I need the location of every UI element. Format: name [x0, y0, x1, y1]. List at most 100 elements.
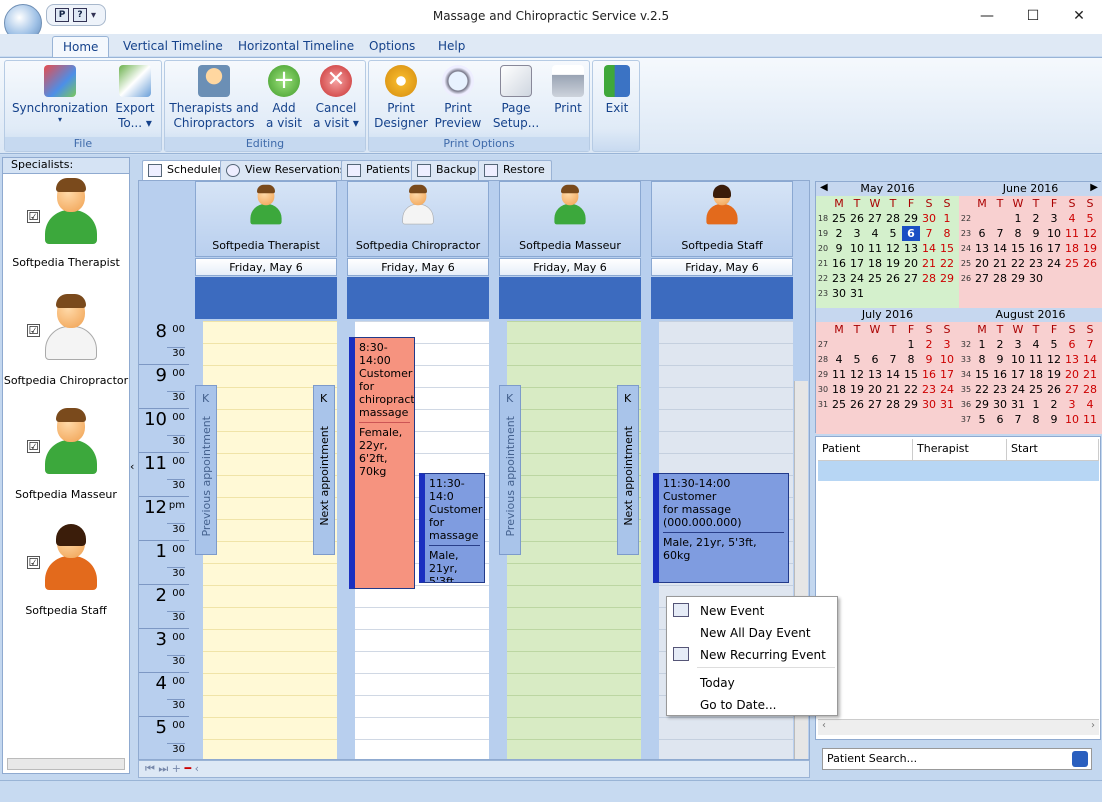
- calendar-day[interactable]: 8: [938, 226, 956, 241]
- calendar-day[interactable]: 17: [1045, 241, 1063, 256]
- next-appointment-button[interactable]: K Next appointment: [313, 385, 335, 555]
- calendar-day[interactable]: 18: [866, 256, 884, 271]
- calendar-day[interactable]: 12: [1045, 352, 1063, 367]
- calendar-day[interactable]: 23: [991, 382, 1009, 397]
- calendar-next-button[interactable]: ▶: [1090, 182, 1098, 193]
- calendar-day[interactable]: 14: [1081, 352, 1099, 367]
- calendar-day[interactable]: 21: [991, 256, 1009, 271]
- calendar-day[interactable]: 5: [1081, 211, 1099, 226]
- cancel-visit-button[interactable]: ✕ Cancel a visit ▾: [309, 65, 363, 131]
- calendar-day[interactable]: 29: [973, 397, 991, 412]
- calendar-day[interactable]: 7: [1009, 412, 1027, 427]
- calendar-day[interactable]: 11: [866, 241, 884, 256]
- calendar-day[interactable]: 3: [938, 337, 956, 352]
- calendar-month[interactable]: May 2016 ◀ M T W T F S S 18 25 26 27 28 29 30 1 19 2 3 4 5 6 7 8…: [816, 182, 959, 308]
- calendar-day[interactable]: 29: [1009, 271, 1027, 286]
- calendar-day[interactable]: 12: [884, 241, 902, 256]
- calendar-day[interactable]: 13: [902, 241, 920, 256]
- calendar-day[interactable]: [866, 337, 884, 352]
- calendar-day[interactable]: 10: [1045, 226, 1063, 241]
- table-row[interactable]: [818, 461, 1099, 481]
- calendar-day[interactable]: [902, 286, 920, 301]
- close-button[interactable]: ✕: [1056, 0, 1102, 32]
- calendar-day[interactable]: 14: [991, 241, 1009, 256]
- calendar-day[interactable]: 13: [973, 241, 991, 256]
- calendar-day[interactable]: 18: [830, 382, 848, 397]
- tab-patients[interactable]: Patients: [341, 160, 418, 180]
- specialist-checkbox[interactable]: ☑: [27, 210, 40, 223]
- print-button[interactable]: Print: [547, 65, 589, 116]
- add-visit-button[interactable]: + Add a visit: [261, 65, 307, 131]
- calendar-day[interactable]: 27: [902, 271, 920, 286]
- specialist-therapist[interactable]: ☑ Softpedia Therapist: [3, 178, 129, 269]
- menu-item-go-to-date[interactable]: Go to Date...: [667, 693, 837, 715]
- calendar-day[interactable]: 29: [902, 397, 920, 412]
- tab-options[interactable]: Options: [359, 36, 425, 58]
- calendar-day[interactable]: 10: [1009, 352, 1027, 367]
- calendar-day[interactable]: 6: [973, 226, 991, 241]
- calendar-day[interactable]: 2: [830, 226, 848, 241]
- calendar-day[interactable]: [973, 211, 991, 226]
- previous-appointment-button[interactable]: K Previous appointment: [195, 385, 217, 555]
- patient-search-input[interactable]: Patient Search...: [822, 748, 1092, 770]
- binoculars-icon[interactable]: [1072, 751, 1088, 767]
- calendar-day[interactable]: 15: [902, 367, 920, 382]
- print-preview-button[interactable]: Print Preview: [433, 65, 483, 131]
- calendar-day[interactable]: 22: [902, 382, 920, 397]
- calendar-day[interactable]: 3: [1009, 337, 1027, 352]
- menu-item-new-all-day-event[interactable]: New All Day Event: [667, 621, 837, 643]
- calendar-day[interactable]: 13: [866, 367, 884, 382]
- exit-button[interactable]: Exit: [595, 65, 639, 116]
- calendar-day[interactable]: 5: [1045, 337, 1063, 352]
- calendar-day[interactable]: 11: [830, 367, 848, 382]
- calendar-day[interactable]: [866, 286, 884, 301]
- calendar-day[interactable]: 24: [848, 271, 866, 286]
- calendar-day[interactable]: 12: [848, 367, 866, 382]
- calendar-day[interactable]: 31: [848, 286, 866, 301]
- month-calendar[interactable]: May 2016 ◀ M T W T F S S 18 25 26 27 28 29 30 1 19 2 3 4 5 6 7 8…: [815, 181, 1102, 434]
- calendar-day[interactable]: 18: [1027, 367, 1045, 382]
- calendar-day[interactable]: 19: [1081, 241, 1099, 256]
- specialist-checkbox[interactable]: ☑: [27, 556, 40, 569]
- grid-hscroll[interactable]: ‹ ›: [818, 719, 1099, 735]
- calendar-day[interactable]: 9: [1045, 412, 1063, 427]
- all-day-area[interactable]: [195, 277, 337, 319]
- calendar-day[interactable]: 26: [848, 397, 866, 412]
- all-day-area[interactable]: [499, 277, 641, 319]
- calendar-day[interactable]: 28: [884, 397, 902, 412]
- calendar-day[interactable]: [1063, 271, 1081, 286]
- tab-backup[interactable]: Backup: [411, 160, 484, 180]
- calendar-day[interactable]: 3: [848, 226, 866, 241]
- calendar-day[interactable]: 9: [1027, 226, 1045, 241]
- tab-restore[interactable]: Restore: [478, 160, 552, 180]
- menu-item-today[interactable]: Today: [667, 671, 837, 693]
- calendar-day[interactable]: [920, 286, 938, 301]
- print-icon[interactable]: P: [55, 8, 69, 22]
- calendar-day[interactable]: 15: [1009, 241, 1027, 256]
- calendar-day[interactable]: 4: [830, 352, 848, 367]
- calendar-day[interactable]: 10: [848, 241, 866, 256]
- calendar-day[interactable]: 20: [973, 256, 991, 271]
- calendar-day[interactable]: 18: [1063, 241, 1081, 256]
- calendar-day[interactable]: 4: [866, 226, 884, 241]
- export-button[interactable]: Export To... ▾: [109, 65, 161, 131]
- calendar-day[interactable]: 24: [1045, 256, 1063, 271]
- all-day-area[interactable]: [651, 277, 793, 319]
- previous-appointment-button[interactable]: K Previous appointment: [499, 385, 521, 555]
- calendar-day[interactable]: 24: [938, 382, 956, 397]
- column-header-therapist[interactable]: Therapist: [913, 439, 1007, 461]
- calendar-day[interactable]: 23: [1027, 256, 1045, 271]
- calendar-day[interactable]: 28: [920, 271, 938, 286]
- calendar-day[interactable]: 16: [991, 367, 1009, 382]
- calendar-day[interactable]: [848, 337, 866, 352]
- appointment[interactable]: 11:30-14:00 Customer for massage (000.000.…: [653, 473, 789, 583]
- calendar-day[interactable]: 16: [830, 256, 848, 271]
- calendar-day[interactable]: 2: [991, 337, 1009, 352]
- calendar-day[interactable]: 1: [938, 211, 956, 226]
- calendar-day[interactable]: 20: [1063, 367, 1081, 382]
- calendar-day[interactable]: 6: [866, 352, 884, 367]
- calendar-month[interactable]: August 2016 M T W T F S S 32 1 2 3 4 5 6 7 33 8 9 10 11 12 13 1…: [959, 308, 1102, 434]
- calendar-day[interactable]: 16: [1027, 241, 1045, 256]
- calendar-day[interactable]: 30: [991, 397, 1009, 412]
- help-icon[interactable]: ?: [73, 8, 87, 22]
